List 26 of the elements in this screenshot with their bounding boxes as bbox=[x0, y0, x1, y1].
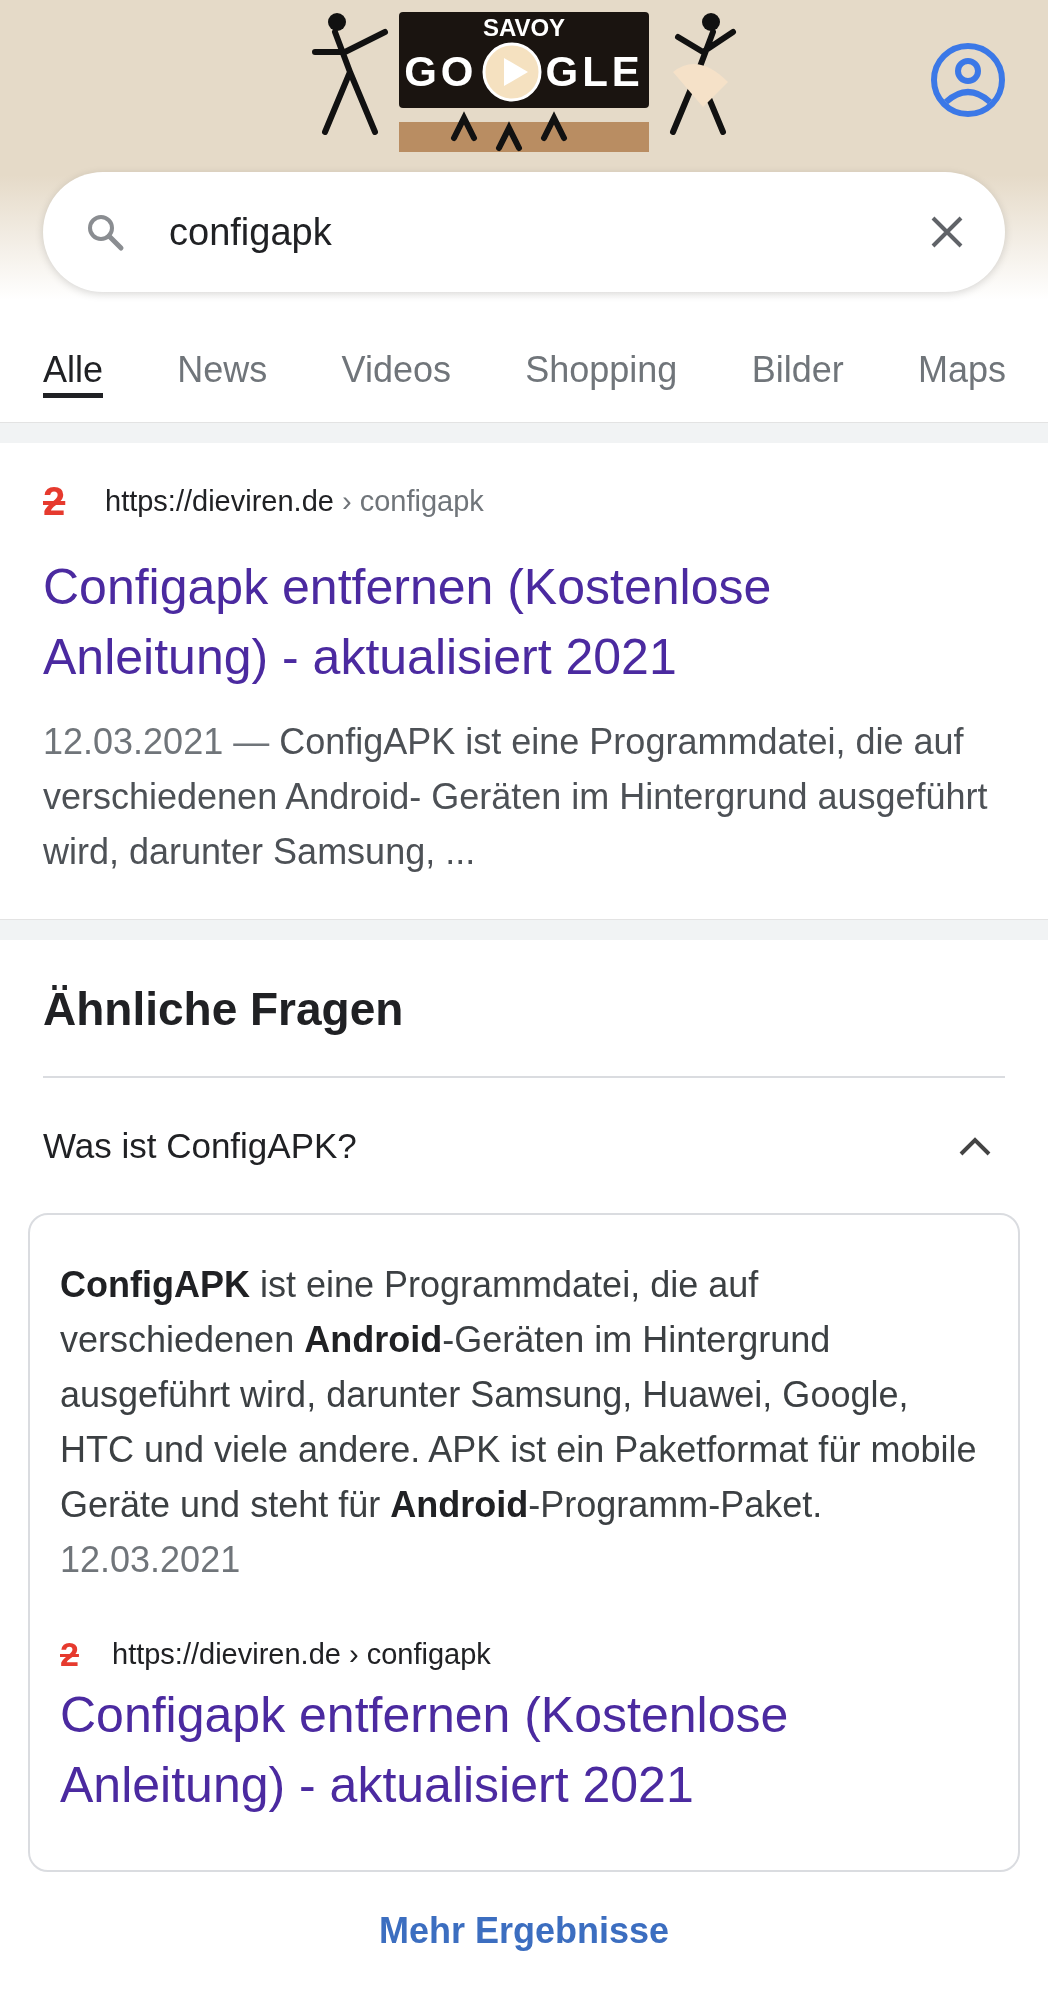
account-icon[interactable] bbox=[930, 42, 1006, 118]
result-url[interactable]: https://dieviren.de › configapk bbox=[105, 485, 484, 518]
search-icon[interactable] bbox=[85, 212, 125, 252]
clear-icon[interactable] bbox=[929, 214, 965, 250]
more-results-link[interactable]: Mehr Ergebnisse bbox=[378, 1910, 670, 1952]
answer-text: ConfigAPK ist eine Programmdatei, die auf verschiedenen Android-Geräten im Hintergrund ausgeführt wird, darunter Samsung, Huawei, Google, HTC und viele andere. APK ist ein Paketformat für mobile Geräte und steht für Android-Programm-Paket. 12.03.2021 bbox=[60, 1263, 978, 1582]
tab[interactable]: Videos bbox=[341, 326, 451, 398]
play-icon[interactable] bbox=[481, 42, 542, 102]
result-url[interactable]: https://dieviren.de › configapk bbox=[112, 1638, 491, 1671]
section-heading: Ähnliche Fragen bbox=[43, 982, 1005, 1078]
tab[interactable]: News bbox=[177, 326, 268, 398]
doodle-logo-text: GO bbox=[404, 48, 478, 96]
tab[interactable]: Maps bbox=[917, 326, 1006, 398]
search-input[interactable]: configapk bbox=[167, 209, 887, 255]
search-bar[interactable]: configapk bbox=[43, 172, 1005, 292]
doodle-logo-text: GLE bbox=[545, 48, 644, 96]
site-favicon: 2 bbox=[43, 479, 67, 524]
result-snippet: 12.03.2021 — ConfigAPK ist eine Programmdatei, die auf verschiedenen Android- Geräten im Hintergrund ausgeführt wird, darunter Samsung, ... bbox=[43, 720, 989, 874]
question-toggle[interactable]: Was ist ConfigAPK? bbox=[43, 1125, 357, 1166]
result-title-link[interactable]: Configapk entfernen (Kostenlose Anleitung) - aktualisiert 2021 bbox=[43, 552, 1005, 692]
tab[interactable]: Bilder bbox=[751, 326, 844, 398]
tab[interactable]: Shopping bbox=[525, 326, 678, 398]
tab[interactable]: Alle bbox=[43, 326, 104, 398]
site-favicon: 2 bbox=[60, 1635, 80, 1674]
doodle-marquee-text: SAVOY bbox=[482, 14, 566, 42]
result-title-link[interactable]: Configapk entfernen (Kostenlose Anleitung) - aktualisiert 2021 bbox=[60, 1680, 988, 1820]
